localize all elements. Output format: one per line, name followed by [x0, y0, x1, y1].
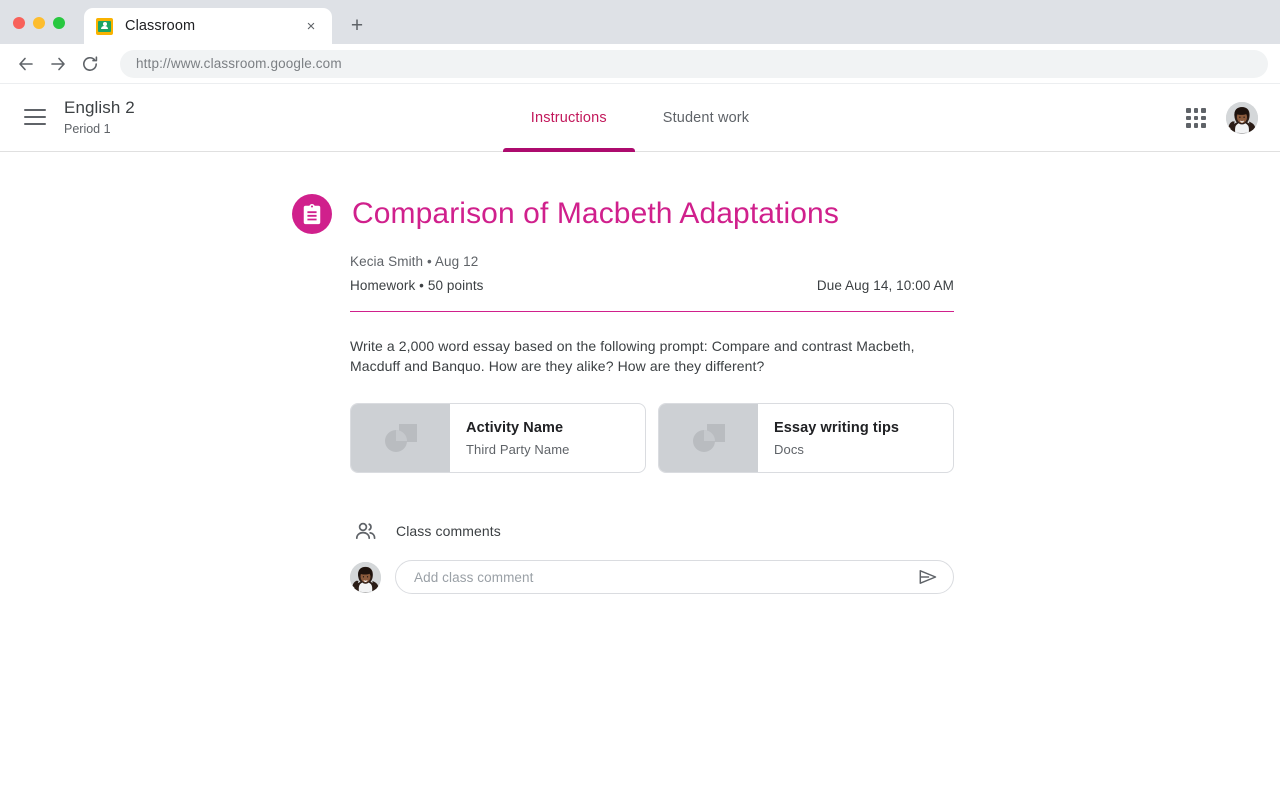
comment-input-wrapper[interactable] [395, 560, 954, 594]
apps-grid-icon[interactable] [1184, 106, 1208, 130]
add-class-comment-input[interactable] [414, 569, 917, 585]
browser-tab[interactable]: Classroom × [84, 8, 332, 44]
assignment-clipboard-icon [292, 194, 332, 234]
browser-toolbar: http://www.classroom.google.com [0, 44, 1280, 84]
arrow-right-icon[interactable] [42, 48, 74, 80]
hamburger-menu-icon[interactable] [24, 105, 48, 129]
browser-chrome: Classroom × + [0, 0, 1280, 44]
address-bar[interactable]: http://www.classroom.google.com [120, 49, 1268, 78]
divider [350, 311, 954, 312]
minimize-window-button[interactable] [33, 17, 45, 29]
header-actions [1184, 84, 1258, 152]
generic-file-thumbnail-icon [659, 404, 758, 472]
assignment-author-line: Kecia Smith • Aug 12 [350, 254, 479, 269]
assignment-description: Write a 2,000 word essay based on the fo… [350, 338, 915, 374]
attachment-text: Activity Name Third Party Name [450, 404, 645, 472]
course-info: English 2 Period 1 [64, 97, 135, 138]
window-controls [13, 17, 65, 29]
address-bar-url: http://www.classroom.google.com [136, 56, 342, 71]
attachment-name: Activity Name [466, 419, 564, 436]
course-name: English 2 [64, 98, 135, 117]
attachment-subtitle: Docs [774, 441, 805, 457]
arrow-left-icon[interactable] [10, 48, 42, 80]
attachment-list: Activity Name Third Party Name Essay wri… [350, 403, 954, 473]
attachment-subtitle: Third Party Name [466, 441, 570, 457]
generic-file-thumbnail-icon [351, 404, 450, 472]
add-comment-row [350, 560, 954, 594]
close-icon[interactable]: × [302, 17, 320, 35]
assignment-due-date: Due Aug 14, 10:00 AM [816, 278, 954, 293]
google-classroom-icon [96, 17, 113, 35]
header-tabs: Instructions Student work [0, 84, 1280, 152]
course-section: Period 1 [64, 122, 111, 136]
current-user-avatar[interactable] [350, 561, 381, 593]
class-comments-label: Class comments [396, 523, 501, 539]
people-icon [354, 519, 378, 543]
class-comments-header: Class comments [354, 519, 954, 543]
tab-student-work[interactable]: Student work [635, 84, 777, 152]
send-icon[interactable] [917, 566, 939, 588]
attachment-card[interactable]: Activity Name Third Party Name [350, 403, 646, 473]
assignment-meta-row: Homework • 50 points Due Aug 14, 10:00 A… [350, 278, 954, 293]
reload-icon[interactable] [74, 48, 106, 80]
close-window-button[interactable] [13, 17, 25, 29]
attachment-card[interactable]: Essay writing tips Docs [658, 403, 954, 473]
page-title: Comparison of Macbeth Adaptations [352, 197, 839, 230]
attachment-text: Essay writing tips Docs [758, 404, 953, 472]
tab-instructions[interactable]: Instructions [502, 84, 635, 152]
assignment-title-row: Comparison of Macbeth Adaptations [292, 152, 954, 234]
main-content: Comparison of Macbeth Adaptations Kecia … [0, 152, 1280, 594]
attachment-name: Essay writing tips [774, 419, 900, 436]
new-tab-button[interactable]: + [345, 13, 369, 37]
avatar[interactable] [1226, 102, 1258, 134]
maximize-window-button[interactable] [53, 17, 65, 29]
assignment-detail: Comparison of Macbeth Adaptations Kecia … [292, 152, 954, 594]
browser-tab-title: Classroom [125, 18, 196, 34]
app-header: English 2 Period 1 Instructions Student … [0, 84, 1280, 152]
assignment-category: Homework • 50 points [350, 278, 484, 293]
